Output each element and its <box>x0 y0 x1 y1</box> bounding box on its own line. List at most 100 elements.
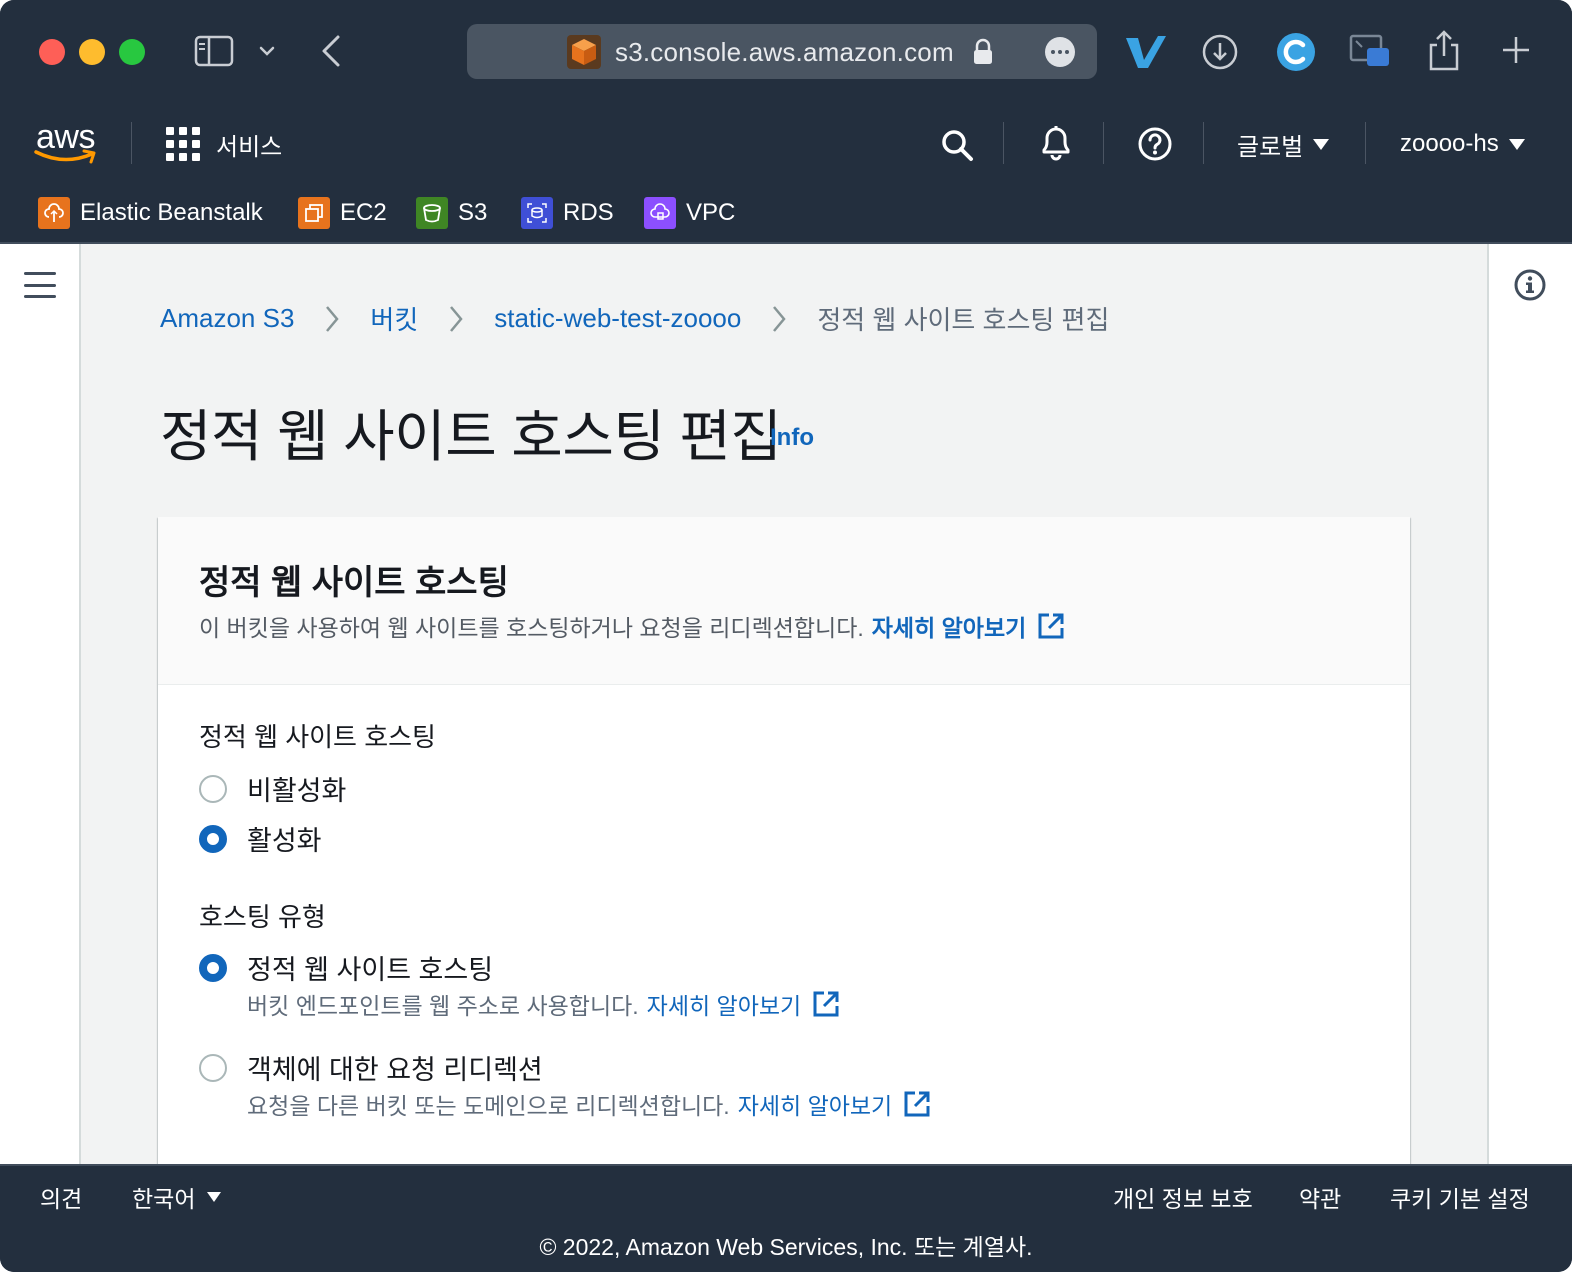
download-icon[interactable] <box>1200 32 1240 72</box>
favorite-vpc[interactable]: VPC <box>644 196 735 230</box>
aws-smile-icon <box>34 149 96 164</box>
services-menu-button[interactable]: 서비스 <box>166 124 282 164</box>
region-label: 글로벌 <box>1237 133 1304 161</box>
zoom-window-button[interactable] <box>119 39 145 65</box>
vimeo-v-extension-icon[interactable] <box>1124 32 1168 72</box>
url-text: s3.console.aws.amazon.com <box>615 37 954 67</box>
radio-button-checked[interactable] <box>199 824 227 853</box>
radio-label: 비활성화 <box>247 776 347 806</box>
chevron-right-icon <box>438 301 474 337</box>
radio-static-hosting[interactable]: 정적 웹 사이트 호스팅 <box>199 948 493 987</box>
c-extension-icon[interactable] <box>1276 32 1316 72</box>
terms-link[interactable]: 약관 <box>1299 1180 1341 1214</box>
favorite-ec2[interactable]: EC2 <box>298 196 387 230</box>
cookie-preferences-link[interactable]: 쿠키 기본 설정 <box>1390 1180 1530 1214</box>
radio-disable[interactable]: 비활성화 <box>199 769 346 808</box>
info-panel-icon[interactable] <box>1513 268 1547 302</box>
favorite-rds[interactable]: RDS <box>521 196 614 230</box>
panel-header: 정적 웹 사이트 호스팅 이 버킷을 사용하여 웹 사이트를 호스팅하거나 요청… <box>158 517 1410 685</box>
aws-top-navigation: aws 서비스 글로벌 zoooo-hs <box>0 104 1572 182</box>
external-link-icon[interactable] <box>902 1089 932 1119</box>
breadcrumb-current: 정적 웹 사이트 호스팅 편집 <box>817 305 1110 335</box>
hamburger-menu-icon[interactable] <box>24 272 56 298</box>
radio-label: 활성화 <box>247 826 322 856</box>
services-label: 서비스 <box>216 133 283 161</box>
nav-divider <box>1365 122 1366 164</box>
address-bar[interactable]: s3.console.aws.amazon.com <box>467 24 1097 79</box>
caret-down-icon <box>207 1192 222 1202</box>
hosting-field-label: 정적 웹 사이트 호스팅 <box>199 722 436 752</box>
chevron-right-icon <box>314 301 350 337</box>
left-navigation-rail <box>0 244 81 1164</box>
minimize-window-button[interactable] <box>79 39 105 65</box>
favorite-label: RDS <box>563 199 614 226</box>
ec2-icon <box>298 197 330 229</box>
breadcrumb-link-bucket[interactable]: static-web-test-zoooo <box>494 303 741 334</box>
static-hosting-panel: 정적 웹 사이트 호스팅 이 버킷을 사용하여 웹 사이트를 호스팅하거나 요청… <box>158 517 1410 1164</box>
panel-description-text: 이 버킷을 사용하여 웹 사이트를 호스팅하거나 요청을 리디렉션합니다. <box>199 615 864 641</box>
share-icon[interactable] <box>1424 28 1464 72</box>
search-icon[interactable] <box>940 128 974 162</box>
page-menu-button[interactable] <box>1045 37 1075 67</box>
panel-title: 정적 웹 사이트 호스팅 <box>199 564 509 602</box>
aws-cube-favicon-icon <box>567 35 601 69</box>
favorites-bar: Elastic Beanstalk EC2 S3 RDS VPC <box>0 182 1572 244</box>
privacy-link[interactable]: 개인 정보 보호 <box>1113 1180 1253 1214</box>
nav-divider <box>1203 122 1204 164</box>
radio-enable[interactable]: 활성화 <box>199 819 322 858</box>
console-footer: 의견 한국어 개인 정보 보호 약관 쿠키 기본 설정 © 2022, Amaz… <box>0 1164 1572 1272</box>
external-link-icon[interactable] <box>811 989 841 1019</box>
browser-window: s3.console.aws.amazon.com aws 서비스 글로벌 zo… <box>0 0 1572 1272</box>
bell-icon[interactable] <box>1038 124 1074 162</box>
favorite-label: EC2 <box>340 199 387 226</box>
page-title: 정적 웹 사이트 호스팅 편집 <box>160 405 782 468</box>
account-menu[interactable]: zoooo-hs <box>1400 126 1525 162</box>
rds-icon <box>521 197 553 229</box>
browser-toolbar: s3.console.aws.amazon.com <box>0 0 1572 104</box>
info-link[interactable]: Info <box>770 424 814 452</box>
language-selector[interactable]: 한국어 <box>132 1180 222 1214</box>
learn-more-link[interactable]: 자세히 알아보기 <box>738 1087 893 1121</box>
close-window-button[interactable] <box>39 39 65 65</box>
vpc-cloud-icon <box>644 197 676 229</box>
copyright-text: © 2022, Amazon Web Services, Inc. 또는 계열사… <box>539 1234 1033 1260</box>
breadcrumb: Amazon S3 버킷 static-web-test-zoooo 정적 웹 … <box>160 300 1109 337</box>
new-tab-plus-icon[interactable] <box>1498 32 1534 68</box>
radio-description-text: 요청을 다른 버킷 또는 도메인으로 리디렉션합니다. <box>247 1093 730 1119</box>
region-selector[interactable]: 글로벌 <box>1237 126 1330 162</box>
breadcrumb-link-buckets[interactable]: 버킷 <box>370 300 418 337</box>
radio-description: 요청을 다른 버킷 또는 도메인으로 리디렉션합니다. 자세히 알아보기 <box>247 1087 932 1121</box>
radio-redirect[interactable]: 객체에 대한 요청 리디렉션 <box>199 1048 543 1087</box>
nav-divider <box>1103 122 1104 164</box>
radio-button[interactable] <box>199 1053 227 1082</box>
favorite-label: Elastic Beanstalk <box>80 199 263 226</box>
radio-label: 객체에 대한 요청 리디렉션 <box>247 1055 543 1085</box>
feedback-link[interactable]: 의견 <box>40 1180 82 1214</box>
right-tools-rail <box>1487 244 1572 1164</box>
elastic-beanstalk-icon <box>38 197 70 229</box>
favorite-s3[interactable]: S3 <box>416 196 487 230</box>
radio-description-text: 버킷 엔드포인트를 웹 주소로 사용합니다. <box>247 993 639 1019</box>
radio-button-checked[interactable] <box>199 953 227 982</box>
grid-menu-icon <box>166 127 200 161</box>
help-question-icon[interactable] <box>1137 126 1173 162</box>
favorite-elastic-beanstalk[interactable]: Elastic Beanstalk <box>38 196 263 230</box>
hosting-type-label: 호스팅 유형 <box>199 902 326 932</box>
chevron-down-icon[interactable] <box>254 36 280 66</box>
nav-divider <box>131 122 132 164</box>
sidebar-toggle-icon[interactable] <box>194 34 234 68</box>
external-link-icon[interactable] <box>1036 611 1066 641</box>
learn-more-link[interactable]: 자세히 알아보기 <box>872 609 1027 643</box>
breadcrumb-link-amazon-s3[interactable]: Amazon S3 <box>160 303 294 334</box>
caret-down-icon <box>1313 138 1330 150</box>
radio-button[interactable] <box>199 774 227 803</box>
aws-logo[interactable]: aws <box>34 118 104 166</box>
language-label: 한국어 <box>132 1186 196 1212</box>
radio-label: 정적 웹 사이트 호스팅 <box>247 955 494 985</box>
main-content: Amazon S3 버킷 static-web-test-zoooo 정적 웹 … <box>81 244 1487 1164</box>
s3-bucket-icon <box>416 197 448 229</box>
learn-more-link[interactable]: 자세히 알아보기 <box>647 987 802 1021</box>
picture-in-picture-icon[interactable] <box>1348 32 1392 72</box>
radio-description: 버킷 엔드포인트를 웹 주소로 사용합니다. 자세히 알아보기 <box>247 987 841 1021</box>
back-arrow-icon[interactable] <box>316 32 346 70</box>
